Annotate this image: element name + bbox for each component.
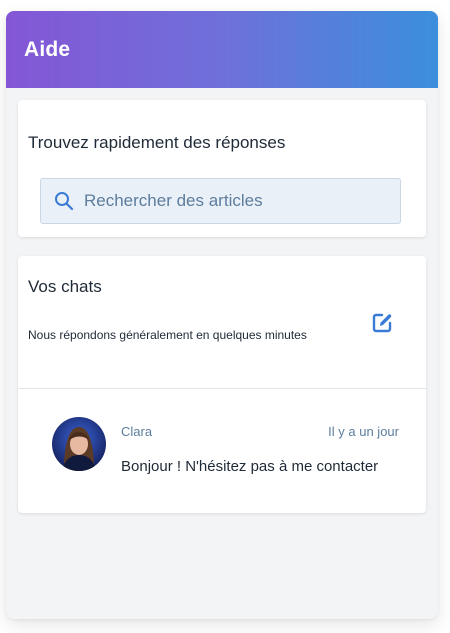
help-widget: Aide Trouvez rapidement des réponses Vos… xyxy=(6,11,438,619)
avatar xyxy=(52,417,106,471)
header: Aide xyxy=(6,11,438,88)
search-input[interactable] xyxy=(84,179,384,223)
header-title: Aide xyxy=(24,38,71,61)
chat-message-preview: Bonjour ! N'hésitez pas à me contacter xyxy=(121,458,379,475)
chat-timestamp: Il y a un jour xyxy=(328,424,399,439)
search-field[interactable] xyxy=(40,178,401,224)
chats-subtitle: Nous répondons généralement en quelques … xyxy=(28,328,307,342)
search-icon xyxy=(54,191,74,211)
compose-icon[interactable] xyxy=(371,312,393,334)
search-heading: Trouvez rapidement des réponses xyxy=(28,133,286,152)
chats-title: Vos chats xyxy=(28,277,102,296)
chat-agent-name: Clara xyxy=(121,424,153,439)
chat-list-item[interactable]: Clara Il y a un jour Bonjour ! N'hésitez… xyxy=(18,389,426,511)
